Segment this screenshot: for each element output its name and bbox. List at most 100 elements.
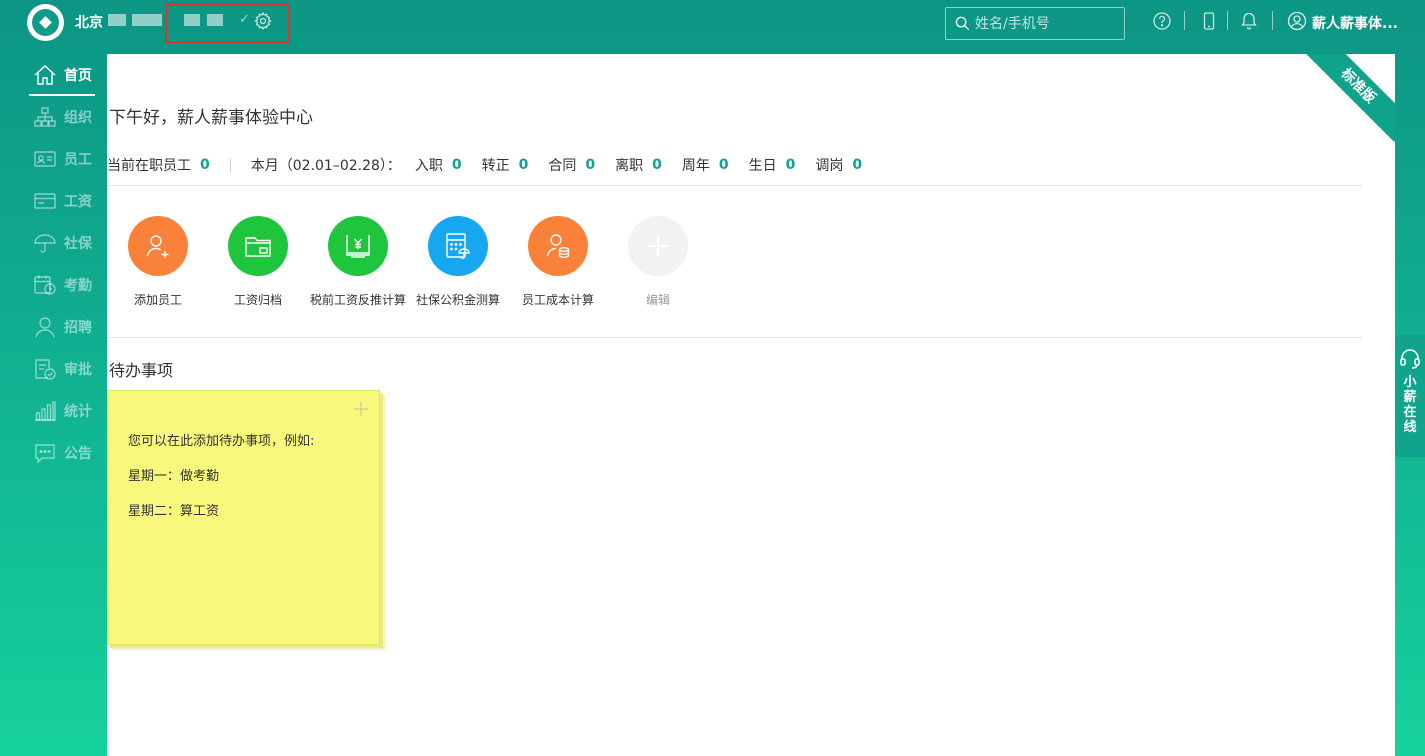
quick-action-pretax-reverse-calc[interactable]: 税前工资反推计算 <box>308 216 408 308</box>
action-label: 编辑 <box>645 293 670 307</box>
bell-icon[interactable] <box>1239 11 1259 31</box>
add-todo-icon[interactable] <box>354 402 368 416</box>
action-circle <box>328 216 388 276</box>
company-name: 北京 <box>75 15 103 31</box>
stat-label: 当前在职员工 <box>107 158 191 174</box>
stat-value[interactable]: 0 <box>200 157 210 173</box>
quick-action-salary-archive[interactable]: 工资归档 <box>208 216 308 308</box>
online-support-tab[interactable]: 小薪在线 <box>1395 335 1425 457</box>
sidebar-item-label: 统计 <box>64 404 92 420</box>
sidebar-item-approval[interactable]: 审批 <box>33 354 103 384</box>
sidebar-item-announcements[interactable]: 公告 <box>33 438 103 468</box>
home-icon <box>34 65 56 85</box>
action-circle <box>428 216 488 276</box>
todo-line: 您可以在此添加待办事项，例如: <box>128 434 315 449</box>
mobile-phone-icon[interactable] <box>1199 11 1219 31</box>
folder-icon <box>245 237 271 257</box>
user-coins-icon <box>546 234 570 259</box>
calendar-clock-icon <box>34 275 56 295</box>
action-circle <box>528 216 588 276</box>
id-card-icon <box>34 151 56 167</box>
logo[interactable] <box>27 4 64 41</box>
search-icon <box>955 16 970 31</box>
divider <box>107 337 1362 338</box>
sidebar-item-label: 社保 <box>64 236 92 252</box>
document-check-icon <box>35 359 56 380</box>
stat-label: 转正 <box>481 158 510 174</box>
sidebar-item-salary[interactable]: 工资 <box>33 186 103 216</box>
stat-value[interactable]: 0 <box>452 157 462 173</box>
sidebar-item-attendance[interactable]: 考勤 <box>33 270 103 300</box>
action-circle <box>128 216 188 276</box>
plus-icon <box>647 235 669 257</box>
redacted-text <box>132 14 162 26</box>
calculator-umbrella-icon <box>446 233 470 260</box>
todo-line: 星期二：算工资 <box>128 504 220 519</box>
divider <box>229 158 231 172</box>
card-icon <box>34 193 56 209</box>
sidebar-item-label: 招聘 <box>64 320 92 336</box>
stat-value[interactable]: 0 <box>652 157 662 173</box>
redacted-text <box>108 14 126 26</box>
sidebar-item-statistics[interactable]: 统计 <box>33 396 103 426</box>
action-label: 社保公积金测算 <box>415 293 500 307</box>
headset-icon <box>1400 349 1420 369</box>
sidebar-item-org[interactable]: 组织 <box>33 102 103 132</box>
sidebar-item-home[interactable]: 首页 <box>29 60 103 96</box>
sidebar-item-label: 首页 <box>64 68 92 84</box>
todo-title: 待办事项 <box>109 361 174 380</box>
help-icon[interactable] <box>1152 11 1172 31</box>
quick-action-add-employee[interactable]: 添加员工 <box>108 216 208 308</box>
quick-action-employee-cost-calc[interactable]: 员工成本计算 <box>508 216 608 308</box>
quick-action-edit[interactable]: 编辑 <box>608 216 708 308</box>
action-circle <box>628 216 688 276</box>
sidebar-item-label: 组织 <box>64 110 92 126</box>
stat-label: 生日 <box>748 158 777 174</box>
month-label: 本月（02.01–02.28）： <box>250 158 401 174</box>
sidebar-item-label: 工资 <box>64 194 92 210</box>
sidebar-item-label: 员工 <box>64 152 92 168</box>
user-name[interactable]: 薪人薪事体... <box>1312 13 1398 33</box>
employee-stats: 当前在职员工 0 本月（02.01–02.28）： 入职 0 转正 0 合同 0… <box>107 155 882 175</box>
person-icon <box>35 317 55 338</box>
quick-action-social-insurance-calc[interactable]: 社保公积金测算 <box>408 216 508 308</box>
highlight-box <box>165 3 290 43</box>
todo-sticky-note[interactable]: 您可以在此添加待办事项，例如: 星期一：做考勤 星期二：算工资 <box>107 390 380 645</box>
action-label: 税前工资反推计算 <box>309 293 406 307</box>
search-input[interactable] <box>975 12 1120 36</box>
divider <box>107 185 1362 186</box>
stat-label: 合同 <box>548 158 577 174</box>
sidebar-item-social-insurance[interactable]: 社保 <box>33 228 103 258</box>
stat-value[interactable]: 0 <box>719 157 729 173</box>
yuan-calculator-icon <box>346 235 370 258</box>
sidebar-item-employees[interactable]: 员工 <box>33 144 103 174</box>
stat-value[interactable]: 0 <box>519 157 529 173</box>
action-label: 员工成本计算 <box>521 293 594 307</box>
org-chart-icon <box>34 107 56 127</box>
stat-label: 离职 <box>615 158 644 174</box>
sidebar-item-label: 考勤 <box>64 278 92 294</box>
umbrella-icon <box>34 234 56 253</box>
action-circle <box>228 216 288 276</box>
bar-chart-icon <box>35 401 56 421</box>
stat-label: 调岗 <box>815 158 844 174</box>
search-box[interactable] <box>945 7 1125 40</box>
chat-tab-label: 小薪在线 <box>1403 375 1417 435</box>
divider <box>1272 11 1273 30</box>
stat-value[interactable]: 0 <box>585 157 595 173</box>
greeting: 下午好，薪人薪事体验中心 <box>109 108 313 128</box>
add-user-icon <box>146 235 169 258</box>
divider <box>1184 11 1185 30</box>
chat-bubble-icon <box>35 444 55 464</box>
user-avatar-icon[interactable] <box>1287 11 1307 31</box>
stat-value[interactable]: 0 <box>852 157 862 173</box>
main-panel: 标准版 下午好，薪人薪事体验中心 当前在职员工 0 本月（02.01–02.28… <box>107 54 1395 756</box>
stat-label: 周年 <box>681 158 710 174</box>
stat-value[interactable]: 0 <box>786 157 796 173</box>
todo-line: 星期一：做考勤 <box>128 469 220 484</box>
action-label: 工资归档 <box>233 293 282 307</box>
sidebar-item-label: 审批 <box>64 362 92 378</box>
divider <box>1227 11 1228 30</box>
stat-label: 入职 <box>414 158 443 174</box>
sidebar-item-recruitment[interactable]: 招聘 <box>33 312 103 342</box>
